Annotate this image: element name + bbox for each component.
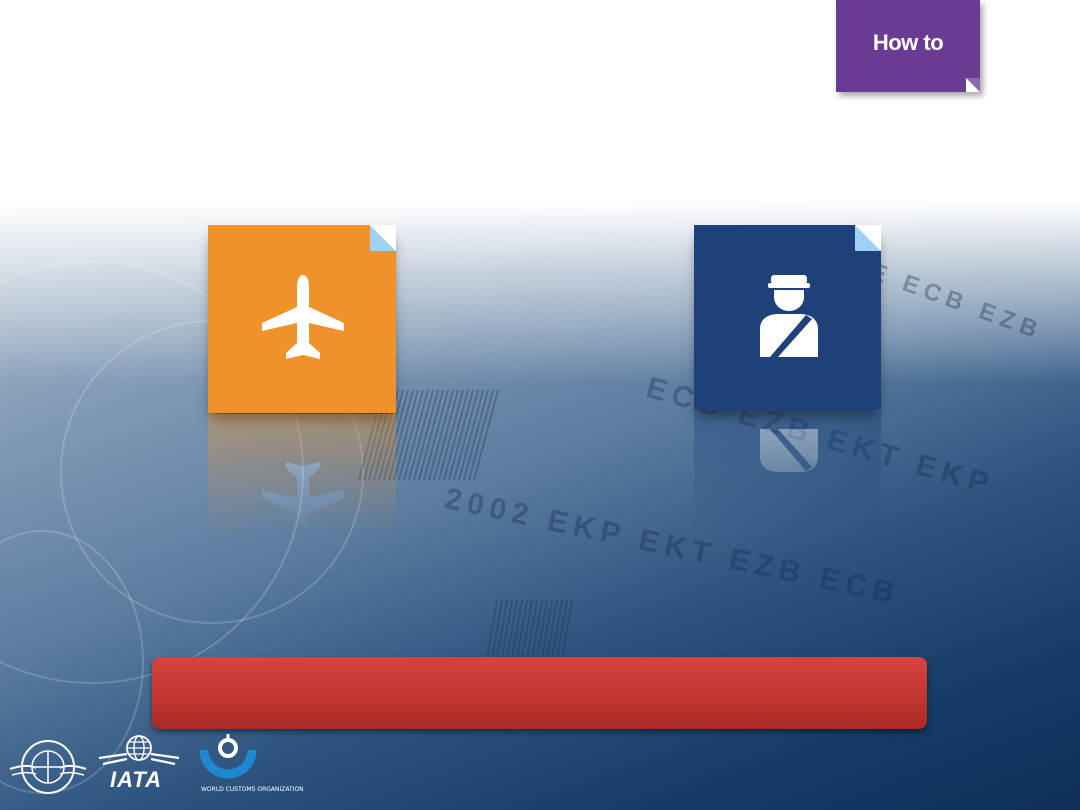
wco-logo-icon	[199, 734, 257, 779]
iata-globe-icon	[98, 735, 180, 766]
airline-tile-reflection	[208, 414, 396, 534]
icao-logo-icon	[9, 740, 87, 794]
page-fold	[370, 225, 396, 251]
customs-tile[interactable]	[694, 225, 881, 410]
airplane-icon	[262, 275, 344, 359]
wco-caption: WORLD CUSTOMS ORGANIZATION	[201, 786, 304, 793]
customs-officer-icon	[760, 275, 818, 357]
red-banner[interactable]	[152, 657, 927, 729]
airline-tile[interactable]	[208, 225, 396, 413]
how-to-label: How to	[872, 30, 944, 55]
page-fold	[855, 225, 881, 251]
customs-tile-reflection	[694, 411, 881, 531]
how-to-tab[interactable]: How to	[836, 0, 980, 92]
iata-logo-text: IATA	[110, 767, 163, 792]
